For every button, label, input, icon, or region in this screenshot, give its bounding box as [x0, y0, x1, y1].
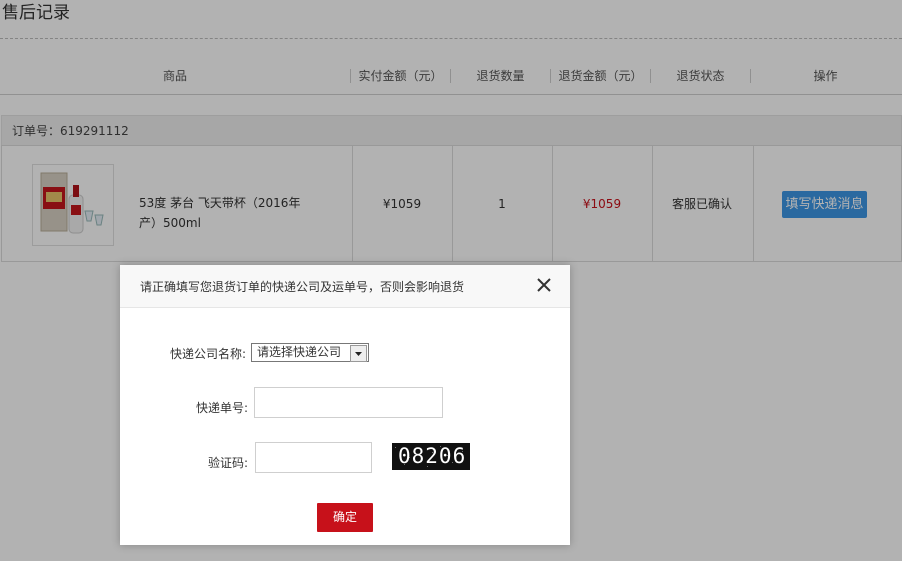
- tracking-number-label: 快递单号:: [195, 401, 248, 415]
- courier-dialog: 请正确填写您退货订单的快递公司及运单号，否则会影响退货 快递公司名称: 请选择快…: [120, 265, 570, 545]
- captcha-input[interactable]: [255, 442, 372, 473]
- courier-company-label: 快递公司名称:: [169, 347, 246, 361]
- dialog-title: 请正确填写您退货订单的快递公司及运单号，否则会影响退货: [140, 280, 465, 294]
- chevron-down-icon: [350, 345, 367, 362]
- captcha-text: 08206: [398, 444, 467, 468]
- confirm-button[interactable]: 确定: [317, 503, 373, 532]
- dialog-header: 请正确填写您退货订单的快递公司及运单号，否则会影响退货: [120, 265, 570, 308]
- courier-company-select[interactable]: 请选择快递公司: [251, 343, 369, 362]
- close-icon[interactable]: [536, 277, 552, 293]
- tracking-number-input[interactable]: [254, 387, 443, 418]
- captcha-image[interactable]: 08206: [392, 443, 470, 470]
- courier-company-selected: 请选择快递公司: [257, 345, 342, 359]
- captcha-label: 验证码:: [207, 456, 248, 470]
